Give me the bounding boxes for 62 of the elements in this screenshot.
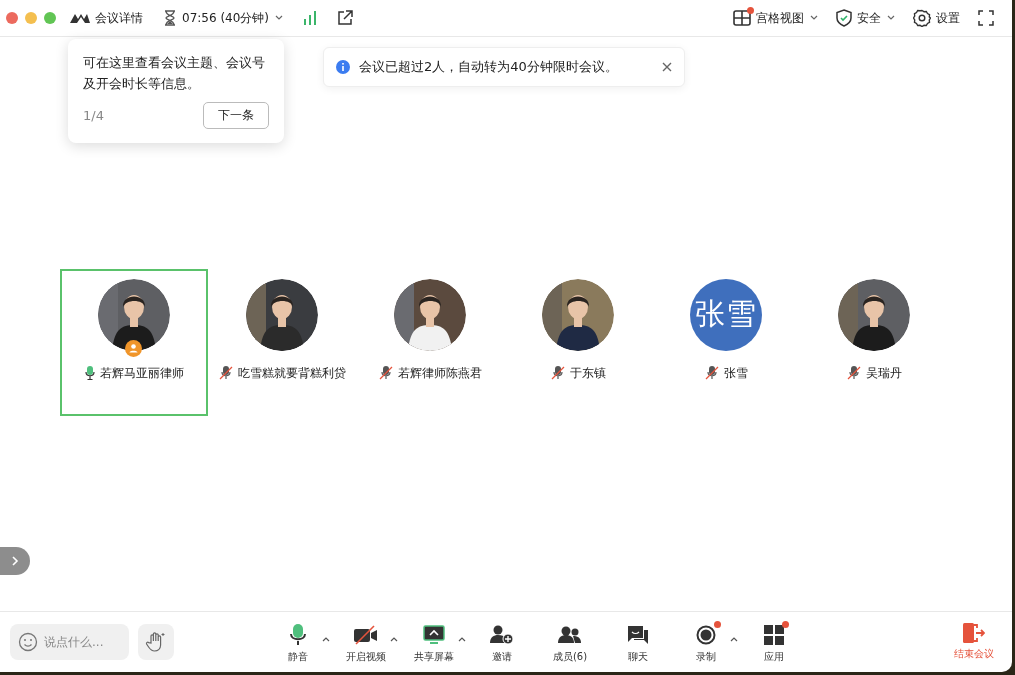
chevron-down-icon (275, 15, 284, 21)
notice-text: 会议已超过2人，自动转为40分钟限时会议。 (359, 58, 619, 76)
mic-button[interactable]: 静音 (282, 620, 314, 664)
settings-icon (913, 9, 931, 27)
step-counter: 1/4 (83, 108, 104, 123)
record-button[interactable]: 录制 (690, 620, 722, 664)
participant-tile[interactable]: 若辉马亚丽律师 (60, 268, 208, 416)
caret-icon[interactable] (322, 636, 330, 642)
close-icon[interactable] (662, 62, 672, 72)
participant-name: 吃雪糕就要背糕利贷 (237, 364, 346, 382)
share-button[interactable]: 共享屏幕 (408, 620, 460, 664)
settings-button[interactable]: 设置 (913, 9, 960, 27)
apps-button[interactable]: 应用 (758, 620, 790, 664)
participant-tile[interactable]: 吃雪糕就要背糕利贷 (208, 268, 356, 416)
screen-icon (423, 624, 445, 646)
participant-tile[interactable]: 张雪 张雪 (652, 268, 800, 416)
logo-icon (70, 12, 90, 24)
participant-name: 于东镇 (569, 364, 606, 382)
participant-tile[interactable]: 若辉律师陈燕君 (356, 268, 504, 416)
timer-button[interactable]: 07:56 (40分钟) (163, 9, 284, 27)
chat-input[interactable]: 说点什么... (10, 624, 129, 660)
raise-hand-button[interactable] (138, 624, 174, 660)
fullscreen-icon[interactable] (978, 10, 994, 26)
participant-tile[interactable]: 吴瑞丹 (800, 268, 948, 416)
caret-icon[interactable] (390, 636, 398, 642)
invite-button[interactable]: 邀请 (484, 620, 520, 664)
participant-name: 若辉律师陈燕君 (397, 364, 482, 382)
video-button[interactable]: 开启视频 (340, 620, 392, 664)
expand-sidebar-button[interactable] (0, 547, 30, 575)
mic-icon (290, 624, 306, 646)
tooltip-text: 可在这里查看会议主题、会议号及开会时长等信息。 (83, 54, 266, 93)
participant-name: 吴瑞丹 (865, 364, 902, 382)
signal-icon (303, 11, 318, 25)
initials-avatar: 张雪 (690, 278, 762, 351)
end-meeting-button[interactable]: 结束会议 (954, 623, 994, 661)
next-button[interactable]: 下一条 (203, 102, 269, 129)
caret-icon[interactable] (730, 636, 738, 642)
close-window-button[interactable] (6, 12, 18, 24)
exit-door-icon (963, 623, 985, 643)
grid-icon (733, 10, 751, 26)
security-button[interactable]: 安全 (836, 9, 895, 27)
chat-button[interactable]: 聊天 (621, 620, 655, 664)
people-icon (558, 624, 582, 646)
smiley-icon[interactable] (18, 632, 38, 652)
hand-icon (145, 631, 167, 653)
chevron-down-icon (810, 15, 818, 21)
participant-name: 若辉马亚丽律师 (99, 364, 184, 382)
chat-bubbles-icon (627, 624, 649, 646)
shield-icon (836, 9, 852, 27)
video-off-icon (354, 624, 378, 646)
hourglass-icon (163, 10, 177, 26)
meeting-details-button[interactable]: 会议详情 (70, 9, 143, 27)
chevron-right-icon (11, 555, 19, 567)
participant-tile[interactable]: 于东镇 (504, 268, 652, 416)
grid-view-button[interactable]: 宫格视图 (733, 9, 818, 27)
participant-name: 张雪 (723, 364, 748, 382)
info-icon (336, 60, 350, 74)
share-out-icon[interactable] (337, 10, 354, 26)
members-button[interactable]: 成员(6) (546, 620, 594, 664)
add-person-icon (490, 624, 514, 646)
caret-icon[interactable] (458, 636, 466, 642)
chevron-down-icon (887, 15, 895, 21)
